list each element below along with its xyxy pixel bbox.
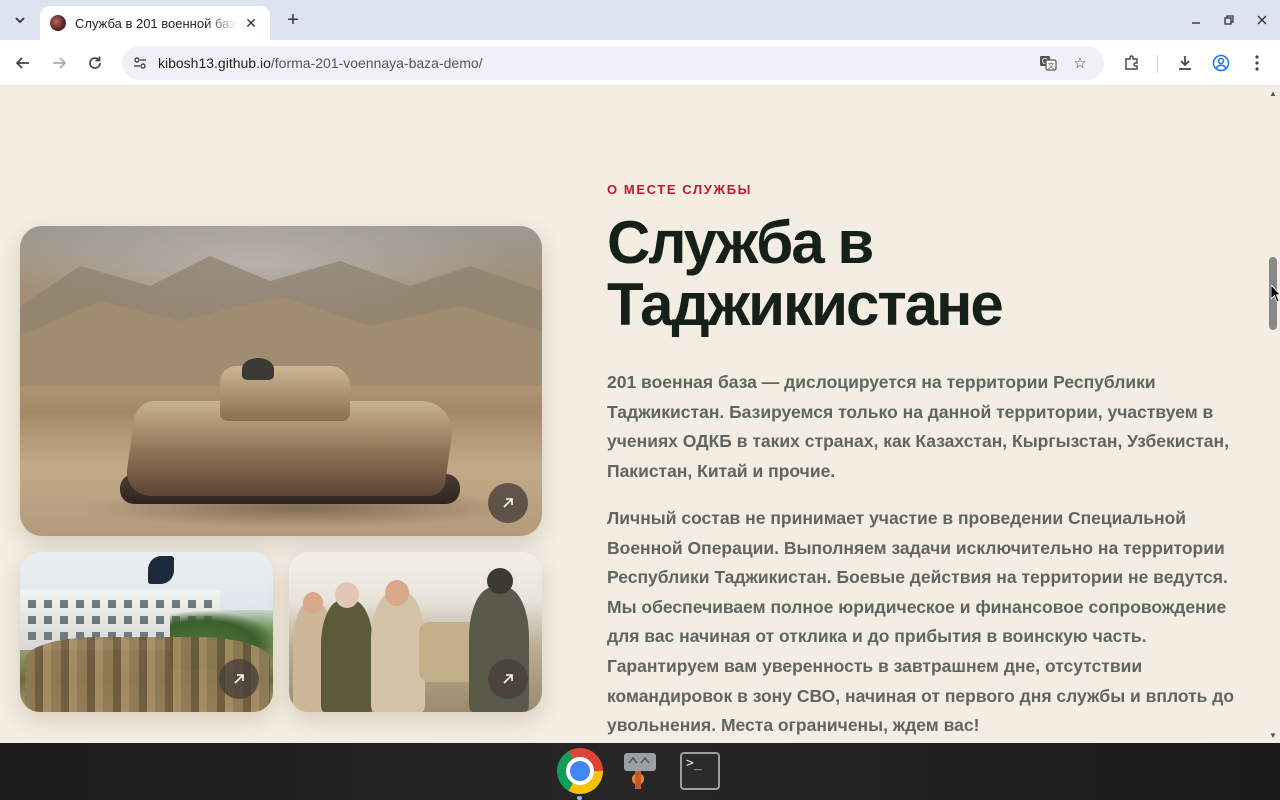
chrome-taskbar-button[interactable] [557, 748, 603, 794]
reload-icon[interactable] [83, 51, 107, 75]
site-favicon-icon [50, 15, 66, 31]
section-heading: Служба в Таджикистане [607, 209, 1004, 338]
mountain-range-graphic [20, 256, 542, 386]
mouse-cursor-icon [1271, 285, 1280, 303]
browser-tab[interactable]: Служба в 201 военной базе ✕ [40, 6, 270, 40]
settings-tool-icon [624, 753, 656, 789]
minimize-window-icon[interactable] [1186, 10, 1206, 30]
tab-title: Служба в 201 военной базе [75, 15, 238, 31]
tool-taskbar-button[interactable] [617, 748, 663, 794]
chrome-icon [557, 748, 603, 794]
arrow-up-right-icon [503, 674, 513, 684]
scroll-up-arrow-icon[interactable]: ▲ [1268, 89, 1278, 99]
profile-avatar-icon[interactable] [1209, 51, 1233, 75]
terminal-taskbar-button[interactable]: >_ [677, 748, 723, 794]
scroll-down-arrow-icon[interactable]: ▼ [1268, 731, 1278, 741]
url-path: /forma-201-voennaya-baza-demo/ [270, 55, 483, 71]
extensions-puzzle-icon[interactable] [1120, 51, 1144, 75]
back-arrow-icon[interactable] [11, 51, 35, 75]
translate-icon[interactable]: G文 [1038, 53, 1058, 73]
person-figure [371, 592, 425, 712]
expand-photo-button[interactable] [219, 659, 259, 699]
person-figure [321, 600, 373, 712]
forward-arrow-icon[interactable] [47, 51, 71, 75]
more-menu-kebab-icon[interactable] [1245, 51, 1269, 75]
address-bar[interactable]: kibosh13.github.io/forma-201-voennaya-ba… [122, 46, 1104, 80]
tank-hatch [242, 358, 274, 380]
new-tab-plus-icon[interactable]: + [282, 9, 304, 31]
os-taskbar: >_ [0, 743, 1280, 800]
arrow-up-right-icon [503, 498, 513, 508]
browser-toolbar: kibosh13.github.io/forma-201-voennaya-ba… [0, 40, 1280, 86]
tank-turret [220, 366, 350, 421]
officers-photo[interactable] [289, 552, 542, 712]
section-paragraph: Личный состав не принимает участие в про… [607, 508, 1235, 736]
url-host: kibosh13.github.io [158, 55, 271, 71]
flag-graphic [148, 556, 174, 584]
tab-strip: Служба в 201 военной базе ✕ + [0, 0, 1280, 40]
active-app-indicator [577, 796, 582, 800]
tab-search-chevron-down-icon[interactable] [8, 8, 32, 32]
svg-text:文: 文 [1048, 61, 1055, 70]
download-icon[interactable] [1173, 51, 1197, 75]
restore-window-icon[interactable] [1219, 10, 1239, 30]
expand-photo-button[interactable] [488, 659, 528, 699]
bookmark-star-icon[interactable]: ☆ [1070, 53, 1090, 73]
section-paragraph: 201 военная база — дислоцируется на терр… [607, 372, 1229, 481]
tank-photo[interactable] [20, 226, 542, 536]
section-eyebrow: О МЕСТЕ СЛУЖБЫ [607, 182, 753, 197]
terminal-icon: >_ [680, 752, 720, 790]
site-info-tune-icon[interactable] [130, 53, 150, 73]
url-text[interactable]: kibosh13.github.io/forma-201-voennaya-ba… [158, 55, 483, 71]
page-viewport: О МЕСТЕ СЛУЖБЫ Служба в Таджикистане 201… [0, 87, 1266, 743]
parade-photo[interactable] [20, 552, 273, 712]
arrow-up-right-icon [234, 674, 244, 684]
page-scrollbar[interactable]: ▲ ▼ [1266, 87, 1280, 743]
close-tab-icon[interactable]: ✕ [242, 14, 260, 32]
close-window-icon[interactable] [1252, 10, 1272, 30]
toolbar-divider [1157, 55, 1158, 73]
expand-photo-button[interactable] [488, 483, 528, 523]
